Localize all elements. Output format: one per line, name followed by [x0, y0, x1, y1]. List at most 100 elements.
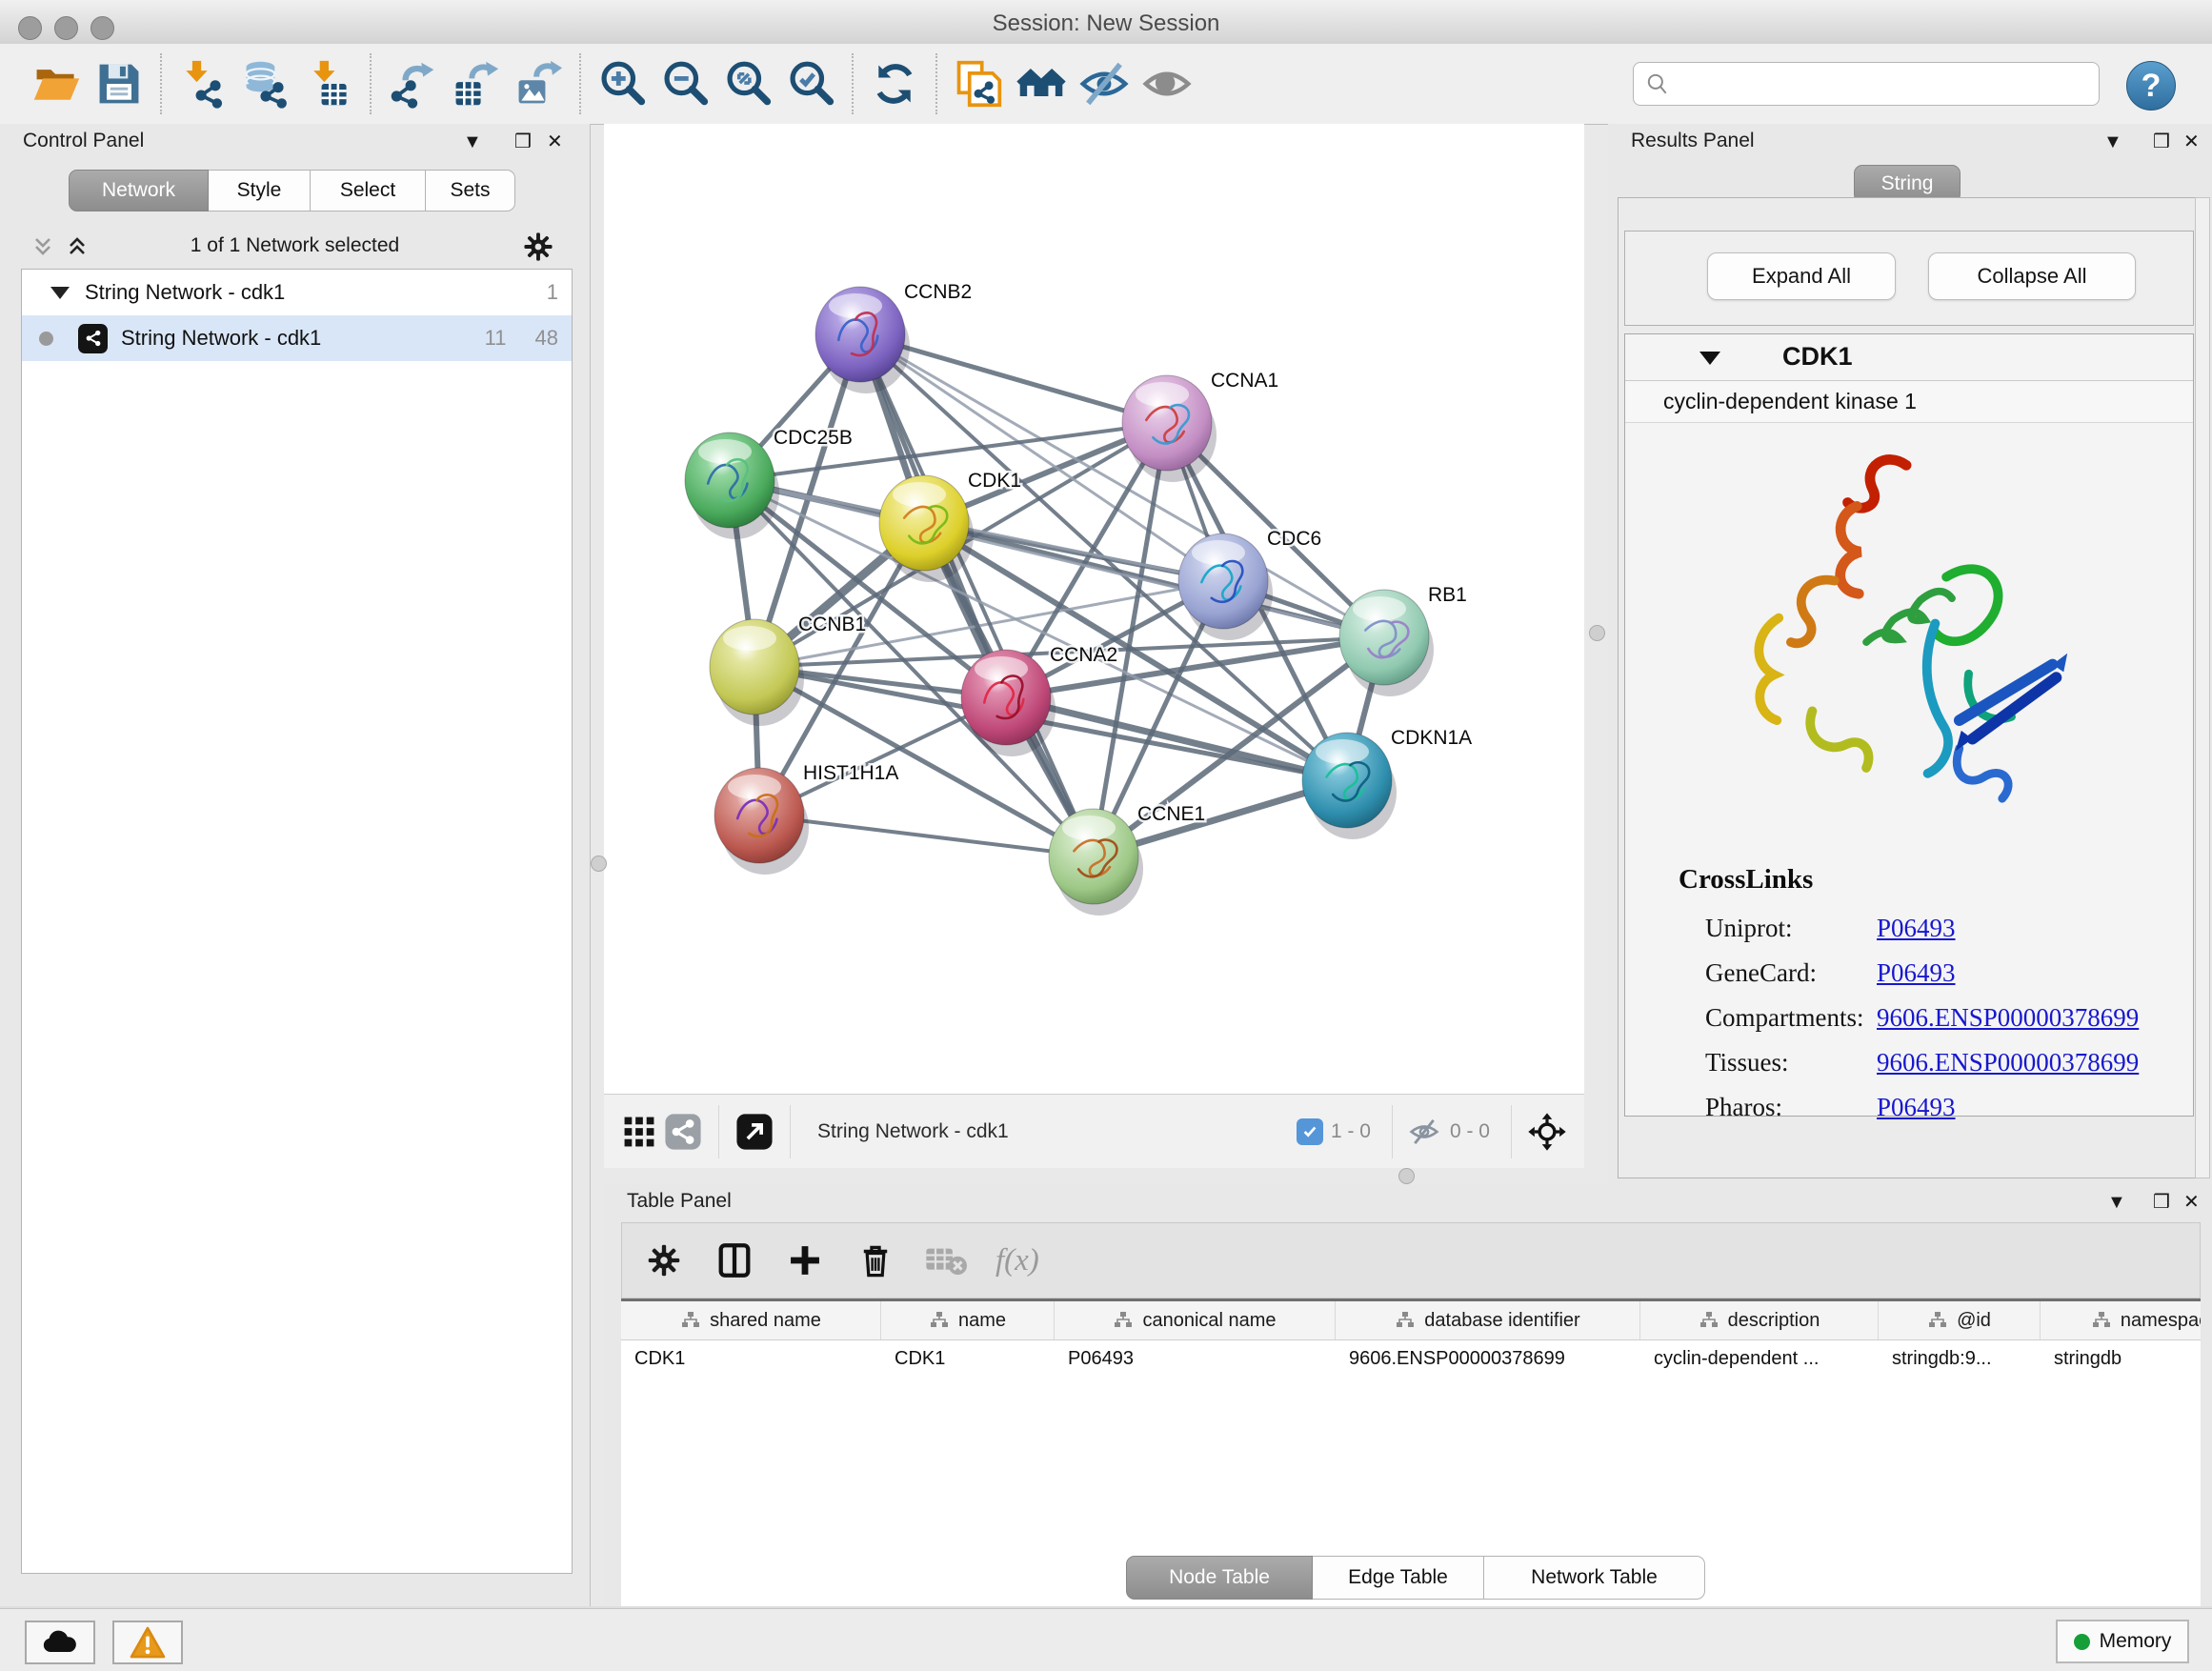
- zoom-in-button[interactable]: [591, 52, 654, 115]
- results-scrollbar[interactable]: [2195, 197, 2210, 1178]
- zoom-selected-button[interactable]: [779, 52, 842, 115]
- table-cell[interactable]: P06493: [1055, 1340, 1336, 1377]
- delete-column-button[interactable]: [855, 1239, 896, 1281]
- panel-menu-icon[interactable]: ▼: [2107, 1192, 2126, 1213]
- network-edge-CCNE1-HIST1H1A[interactable]: [759, 815, 1094, 856]
- network-node-CDKN1A[interactable]: CDKN1A: [1302, 727, 1472, 839]
- table-options-button[interactable]: [643, 1239, 685, 1281]
- column-header-database-identifier[interactable]: database identifier: [1336, 1301, 1640, 1339]
- detach-view-button[interactable]: [733, 1110, 776, 1154]
- panel-float-icon[interactable]: ❒: [2153, 1192, 2170, 1213]
- network-node-HIST1H1A[interactable]: HIST1H1A: [714, 762, 898, 875]
- export-image-button[interactable]: [507, 52, 570, 115]
- panel-close-icon[interactable]: ✕: [2183, 1192, 2200, 1213]
- column-header-namespac[interactable]: namespac: [2041, 1301, 2201, 1339]
- network-node-RB1[interactable]: RB1: [1339, 584, 1467, 696]
- node-label: CCNE1: [1137, 803, 1205, 825]
- import-network-from-database-button[interactable]: [234, 52, 297, 115]
- column-header-description[interactable]: description: [1640, 1301, 1879, 1339]
- memory-button[interactable]: Memory: [2056, 1620, 2189, 1663]
- crosslink-link[interactable]: 9606.ENSP00000378699: [1877, 1003, 2139, 1033]
- add-column-button[interactable]: [784, 1239, 826, 1281]
- cloud-status-button[interactable]: [25, 1621, 95, 1664]
- network-node-CDK1[interactable]: CDK1: [879, 470, 1021, 582]
- table-cell[interactable]: CDK1: [881, 1340, 1055, 1377]
- column-header-name[interactable]: name: [881, 1301, 1055, 1339]
- show-columns-button[interactable]: [714, 1239, 755, 1281]
- crosslink-link[interactable]: 9606.ENSP00000378699: [1877, 1048, 2139, 1077]
- table-row[interactable]: CDK1CDK1P064939606.ENSP00000378699cyclin…: [621, 1340, 2201, 1377]
- export-network-button[interactable]: [381, 52, 444, 115]
- hide-selected-button[interactable]: [1073, 52, 1136, 115]
- tab-select[interactable]: Select: [311, 170, 426, 211]
- save-session-button[interactable]: [88, 52, 151, 115]
- warnings-button[interactable]: [112, 1621, 183, 1664]
- network-options-gear-icon[interactable]: [522, 231, 554, 263]
- crosslink-link[interactable]: P06493: [1877, 914, 1956, 943]
- node-label: CCNB2: [904, 281, 972, 303]
- eye-slash-icon: [1079, 59, 1129, 109]
- table-cell[interactable]: stringdb: [2041, 1340, 2201, 1377]
- zoom-fit-content-button[interactable]: [716, 52, 779, 115]
- import-table-from-file-button[interactable]: [297, 52, 360, 115]
- import-network-from-file-button[interactable]: [171, 52, 234, 115]
- zoom-out-button[interactable]: [654, 52, 716, 115]
- function-builder-button[interactable]: f(x): [995, 1243, 1039, 1278]
- tab-style[interactable]: Style: [209, 170, 311, 211]
- export-table-button[interactable]: [444, 52, 507, 115]
- collapse-all-button[interactable]: Collapse All: [1928, 252, 2136, 300]
- main-toolbar: ?: [0, 44, 2212, 125]
- tab-sets[interactable]: Sets: [426, 170, 515, 211]
- tab-edge-table[interactable]: Edge Table: [1313, 1556, 1484, 1600]
- tree-expand-caret-icon[interactable]: [50, 287, 70, 299]
- gene-section-header[interactable]: CDK1: [1625, 334, 2193, 381]
- right-splitter-handle[interactable]: [1589, 625, 1605, 641]
- table-cell[interactable]: stringdb:9...: [1879, 1340, 2041, 1377]
- network-view[interactable]: CCNB2CCNA1CDC25BCDK1CDC6RB1CCNB1CCNA2CDK…: [604, 124, 1584, 1167]
- section-collapse-caret-icon[interactable]: [1699, 352, 1720, 365]
- show-all-button[interactable]: [1136, 52, 1198, 115]
- network-canvas[interactable]: CCNB2CCNA1CDC25BCDK1CDC6RB1CCNB1CCNA2CDK…: [604, 124, 1584, 1094]
- network-view-mode-button[interactable]: [661, 1110, 705, 1154]
- toolbar-separator: [1511, 1105, 1512, 1158]
- expand-all-button[interactable]: Expand All: [1707, 252, 1896, 300]
- first-neighbors-button[interactable]: [1010, 52, 1073, 115]
- panel-menu-icon[interactable]: ▼: [463, 131, 482, 152]
- table-cell[interactable]: CDK1: [621, 1340, 881, 1377]
- tab-network[interactable]: Network: [69, 170, 209, 211]
- left-splitter-handle[interactable]: [591, 856, 607, 872]
- column-header-canonical-name[interactable]: canonical name: [1055, 1301, 1336, 1339]
- network-edge-CCNA2-CDKN1A[interactable]: [1006, 697, 1347, 780]
- panel-close-icon[interactable]: ✕: [547, 131, 563, 152]
- network-node-CCNA2[interactable]: CCNA2: [961, 644, 1117, 756]
- clone-network-button[interactable]: [947, 52, 1010, 115]
- pan-mode-button[interactable]: [1525, 1110, 1569, 1154]
- tab-network-table[interactable]: Network Table: [1484, 1556, 1705, 1600]
- network-collection-row[interactable]: String Network - cdk1 1: [22, 270, 572, 315]
- panel-close-icon[interactable]: ✕: [2183, 131, 2200, 152]
- tab-node-table[interactable]: Node Table: [1126, 1556, 1313, 1600]
- network-node-CCNA1[interactable]: CCNA1: [1122, 370, 1278, 482]
- open-session-button[interactable]: [25, 52, 88, 115]
- crosslink-link[interactable]: P06493: [1877, 1093, 1956, 1122]
- panel-float-icon[interactable]: ❒: [514, 131, 532, 152]
- help-button[interactable]: ?: [2126, 61, 2176, 111]
- network-node-CDC6[interactable]: CDC6: [1178, 528, 1321, 640]
- search-input[interactable]: [1678, 65, 2099, 103]
- selected-indicator-checkbox[interactable]: [1297, 1118, 1323, 1145]
- bottom-splitter-handle[interactable]: [1398, 1168, 1415, 1184]
- panel-menu-icon[interactable]: ▼: [2103, 131, 2122, 152]
- panel-float-icon[interactable]: ❒: [2153, 131, 2170, 152]
- column-header-shared-name[interactable]: shared name: [621, 1301, 881, 1339]
- network-node-CCNE1[interactable]: CCNE1: [1049, 803, 1205, 916]
- delete-table-button[interactable]: [925, 1239, 967, 1281]
- column-header--id[interactable]: @id: [1879, 1301, 2041, 1339]
- show-grid-button[interactable]: [617, 1110, 661, 1154]
- table-cell[interactable]: 9606.ENSP00000378699: [1336, 1340, 1640, 1377]
- apply-preferred-layout-button[interactable]: [863, 52, 926, 115]
- table-cell[interactable]: cyclin-dependent ...: [1640, 1340, 1879, 1377]
- network-row[interactable]: String Network - cdk1 11 48: [22, 315, 572, 361]
- network-node-CDC25B[interactable]: CDC25B: [685, 427, 853, 539]
- crosslink-link[interactable]: P06493: [1877, 958, 1956, 988]
- network-node-CCNB2[interactable]: CCNB2: [815, 281, 972, 393]
